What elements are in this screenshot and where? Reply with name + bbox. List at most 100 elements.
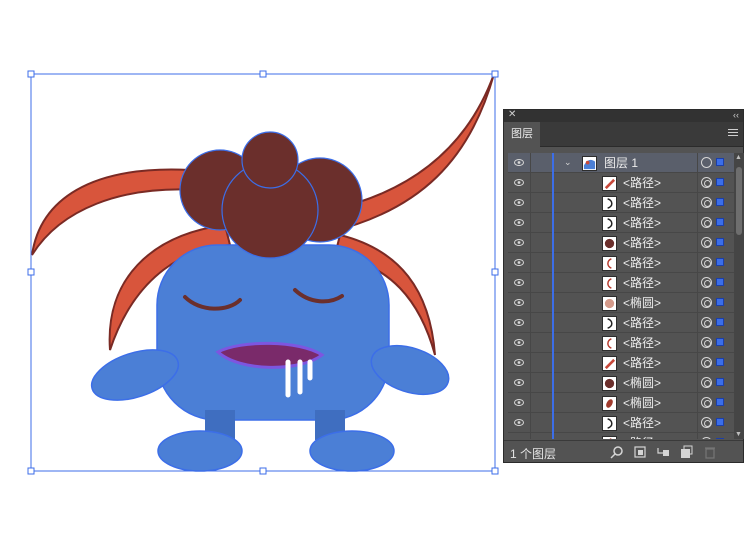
selection-indicator[interactable] — [716, 238, 724, 246]
lock-toggle-column[interactable] — [530, 233, 531, 253]
selection-indicator[interactable] — [716, 298, 724, 306]
visibility-eye-icon[interactable] — [514, 219, 524, 226]
panel-titlebar[interactable]: ✕ ‹‹ — [504, 109, 743, 122]
chevron-down-icon[interactable]: ⌄ — [564, 157, 572, 168]
lock-toggle-column[interactable] — [530, 213, 531, 233]
close-icon[interactable]: ✕ — [508, 109, 516, 121]
new-layer-icon[interactable] — [679, 445, 693, 459]
selection-indicator[interactable] — [716, 378, 724, 386]
visibility-eye-icon[interactable] — [514, 339, 524, 346]
target-icon[interactable] — [701, 257, 712, 268]
selection-indicator[interactable] — [716, 418, 724, 426]
layer-name[interactable]: <椭圆> — [623, 396, 661, 410]
collapse-icon[interactable]: ‹‹ — [733, 109, 739, 121]
search-icon[interactable] — [610, 445, 624, 459]
lock-toggle-column[interactable] — [530, 353, 531, 373]
visibility-eye-icon[interactable] — [514, 319, 524, 326]
sublayer-row[interactable]: <路径> — [508, 213, 734, 233]
sublayer-row[interactable]: <椭圆> — [508, 393, 734, 413]
visibility-eye-icon[interactable] — [514, 279, 524, 286]
handle-bottom-right[interactable] — [491, 467, 499, 475]
target-icon[interactable] — [701, 357, 712, 368]
layer-name[interactable]: <路径> — [623, 356, 661, 370]
target-icon[interactable] — [701, 237, 712, 248]
scroll-thumb[interactable] — [736, 167, 742, 235]
trash-icon[interactable] — [703, 445, 717, 459]
sublayer-row[interactable]: <路径> — [508, 413, 734, 433]
target-icon[interactable] — [701, 437, 712, 439]
lock-toggle-column[interactable] — [530, 333, 531, 353]
layer-name[interactable]: <路径> — [623, 176, 661, 190]
layer-name[interactable]: <路径> — [623, 236, 661, 250]
visibility-eye-icon[interactable] — [514, 259, 524, 266]
selection-indicator[interactable] — [716, 178, 724, 186]
layer-row-top[interactable]: ⌄ 图层 1 — [508, 153, 734, 173]
selection-indicator[interactable] — [716, 338, 724, 346]
sublayer-row[interactable]: <路径> — [508, 253, 734, 273]
visibility-eye-icon[interactable] — [514, 239, 524, 246]
layer-name[interactable]: <路径> — [623, 276, 661, 290]
head-bulb-top[interactable] — [241, 131, 299, 189]
lock-toggle-column[interactable] — [530, 373, 531, 393]
selection-indicator[interactable] — [716, 318, 724, 326]
lock-toggle-column[interactable] — [530, 413, 531, 433]
visibility-eye-icon[interactable] — [514, 199, 524, 206]
lock-toggle-column[interactable] — [530, 393, 531, 413]
sublayer-row[interactable]: <路径> — [508, 273, 734, 293]
target-icon[interactable] — [701, 217, 712, 228]
target-icon[interactable] — [701, 317, 712, 328]
selection-indicator[interactable] — [716, 278, 724, 286]
visibility-eye-icon[interactable] — [514, 379, 524, 386]
selection-indicator[interactable] — [716, 158, 724, 166]
layer-name[interactable]: <路径> — [623, 256, 661, 270]
lock-toggle-column[interactable] — [530, 293, 531, 313]
lock-toggle-column[interactable] — [530, 273, 531, 293]
handle-bottom-center[interactable] — [259, 467, 267, 475]
layer-name[interactable]: <路径> — [623, 336, 661, 350]
scroll-up-icon[interactable]: ▲ — [735, 154, 742, 161]
selection-indicator[interactable] — [716, 258, 724, 266]
selection-indicator[interactable] — [716, 398, 724, 406]
selection-indicator[interactable] — [716, 358, 724, 366]
sublayer-row[interactable]: <椭圆> — [508, 373, 734, 393]
selection-indicator[interactable] — [716, 198, 724, 206]
visibility-eye-icon[interactable] — [514, 179, 524, 186]
panel-menu-icon[interactable] — [728, 129, 738, 139]
sublayer-row[interactable]: <路径> — [508, 313, 734, 333]
lock-toggle-column[interactable] — [530, 193, 531, 213]
body-shape[interactable] — [156, 244, 390, 421]
layer-name[interactable]: <椭圆> — [623, 296, 661, 310]
sublayer-row[interactable]: <路径> — [508, 173, 734, 193]
lock-toggle-column[interactable] — [530, 253, 531, 273]
target-icon[interactable] — [701, 337, 712, 348]
visibility-eye-icon[interactable] — [514, 399, 524, 406]
target-icon[interactable] — [701, 177, 712, 188]
target-icon[interactable] — [701, 297, 712, 308]
sublayer-row[interactable]: <路径> — [508, 433, 734, 439]
target-icon[interactable] — [701, 277, 712, 288]
target-icon[interactable] — [701, 417, 712, 428]
target-icon[interactable] — [701, 397, 712, 408]
selection-indicator[interactable] — [716, 218, 724, 226]
target-icon[interactable] — [701, 157, 712, 168]
target-icon[interactable] — [701, 377, 712, 388]
foot-right[interactable] — [309, 430, 395, 472]
layer-name[interactable]: <路径> — [623, 196, 661, 210]
visibility-eye-icon[interactable] — [514, 419, 524, 426]
handle-middle-left[interactable] — [27, 268, 35, 276]
handle-bottom-left[interactable] — [27, 467, 35, 475]
target-icon[interactable] — [701, 197, 712, 208]
layer-name[interactable]: <路径> — [623, 216, 661, 230]
lock-toggle-column[interactable] — [530, 173, 531, 193]
foot-left[interactable] — [157, 430, 243, 472]
layer-name[interactable]: <椭圆> — [623, 376, 661, 390]
lock-toggle-column[interactable] — [530, 313, 531, 333]
new-sublayer-icon[interactable] — [656, 445, 670, 459]
scroll-down-icon[interactable]: ▼ — [735, 431, 742, 438]
handle-middle-right[interactable] — [491, 268, 499, 276]
sublayer-row[interactable]: <路径> — [508, 333, 734, 353]
visibility-eye-icon[interactable] — [514, 159, 524, 166]
handle-top-right[interactable] — [491, 70, 499, 78]
layer-name[interactable]: 图层 1 — [604, 156, 638, 170]
scrollbar[interactable]: ▲ ▼ — [734, 153, 744, 439]
